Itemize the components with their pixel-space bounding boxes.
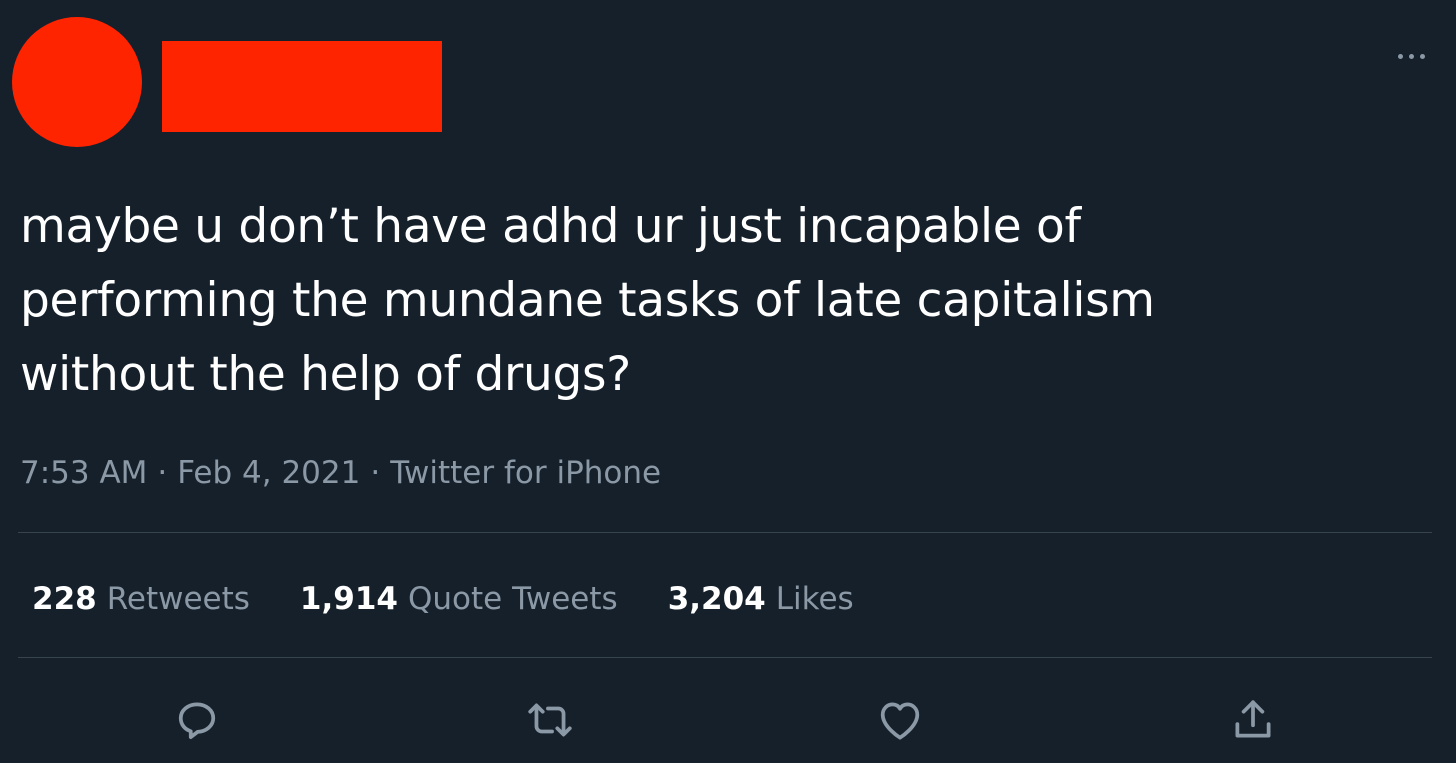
retweets-count: 228 (32, 581, 97, 617)
tweet-text-line: performing the mundane tasks of late cap… (20, 273, 1155, 328)
reply-button[interactable] (167, 690, 227, 750)
tweet-text-line: without the help of drugs? (20, 347, 631, 402)
retweet-button[interactable] (520, 690, 580, 750)
tweet-text-line: maybe u don’t have adhd ur just incapabl… (20, 199, 1081, 254)
more-options-button[interactable] (1386, 38, 1436, 74)
share-button[interactable] (1223, 690, 1283, 750)
more-dot-icon (1419, 53, 1425, 59)
tweet-source[interactable]: Twitter for iPhone (390, 455, 661, 491)
heart-icon (880, 702, 920, 740)
tweet-time[interactable]: 7:53 AM (20, 455, 147, 491)
avatar-redacted[interactable] (12, 17, 142, 147)
divider (18, 657, 1432, 658)
tweet-card: maybe u don’t have adhd ur just incapabl… (0, 0, 1456, 763)
quote-tweets-label: Quote Tweets (407, 581, 618, 617)
like-button[interactable] (870, 690, 930, 750)
tweet-date[interactable]: Feb 4, 2021 (177, 455, 360, 491)
quote-tweets-count: 1,914 (299, 581, 398, 617)
likes-label: Likes (775, 581, 854, 617)
display-name-redacted[interactable] (162, 41, 442, 132)
divider (18, 532, 1432, 533)
meta-separator: · (370, 455, 381, 491)
likes-count: 3,204 (667, 581, 766, 617)
retweets-stat[interactable]: 228 Retweets (32, 581, 250, 617)
likes-stat[interactable]: 3,204 Likes (668, 581, 854, 617)
more-dot-icon (1397, 53, 1403, 59)
tweet-metadata: 7:53 AM · Feb 4, 2021 · Twitter for iPhone (20, 450, 661, 496)
retweets-label: Retweets (106, 581, 250, 617)
reply-icon (178, 702, 216, 739)
tweet-text: maybe u don’t have adhd ur just incapabl… (20, 190, 1420, 412)
share-icon (1235, 700, 1271, 738)
engagement-stats: 228 Retweets 1,914 Quote Tweets 3,204 Likes (32, 575, 904, 623)
meta-separator: · (157, 455, 168, 491)
retweet-icon (528, 703, 572, 737)
quote-tweets-stat[interactable]: 1,914 Quote Tweets (300, 581, 618, 617)
more-dot-icon (1408, 53, 1414, 59)
